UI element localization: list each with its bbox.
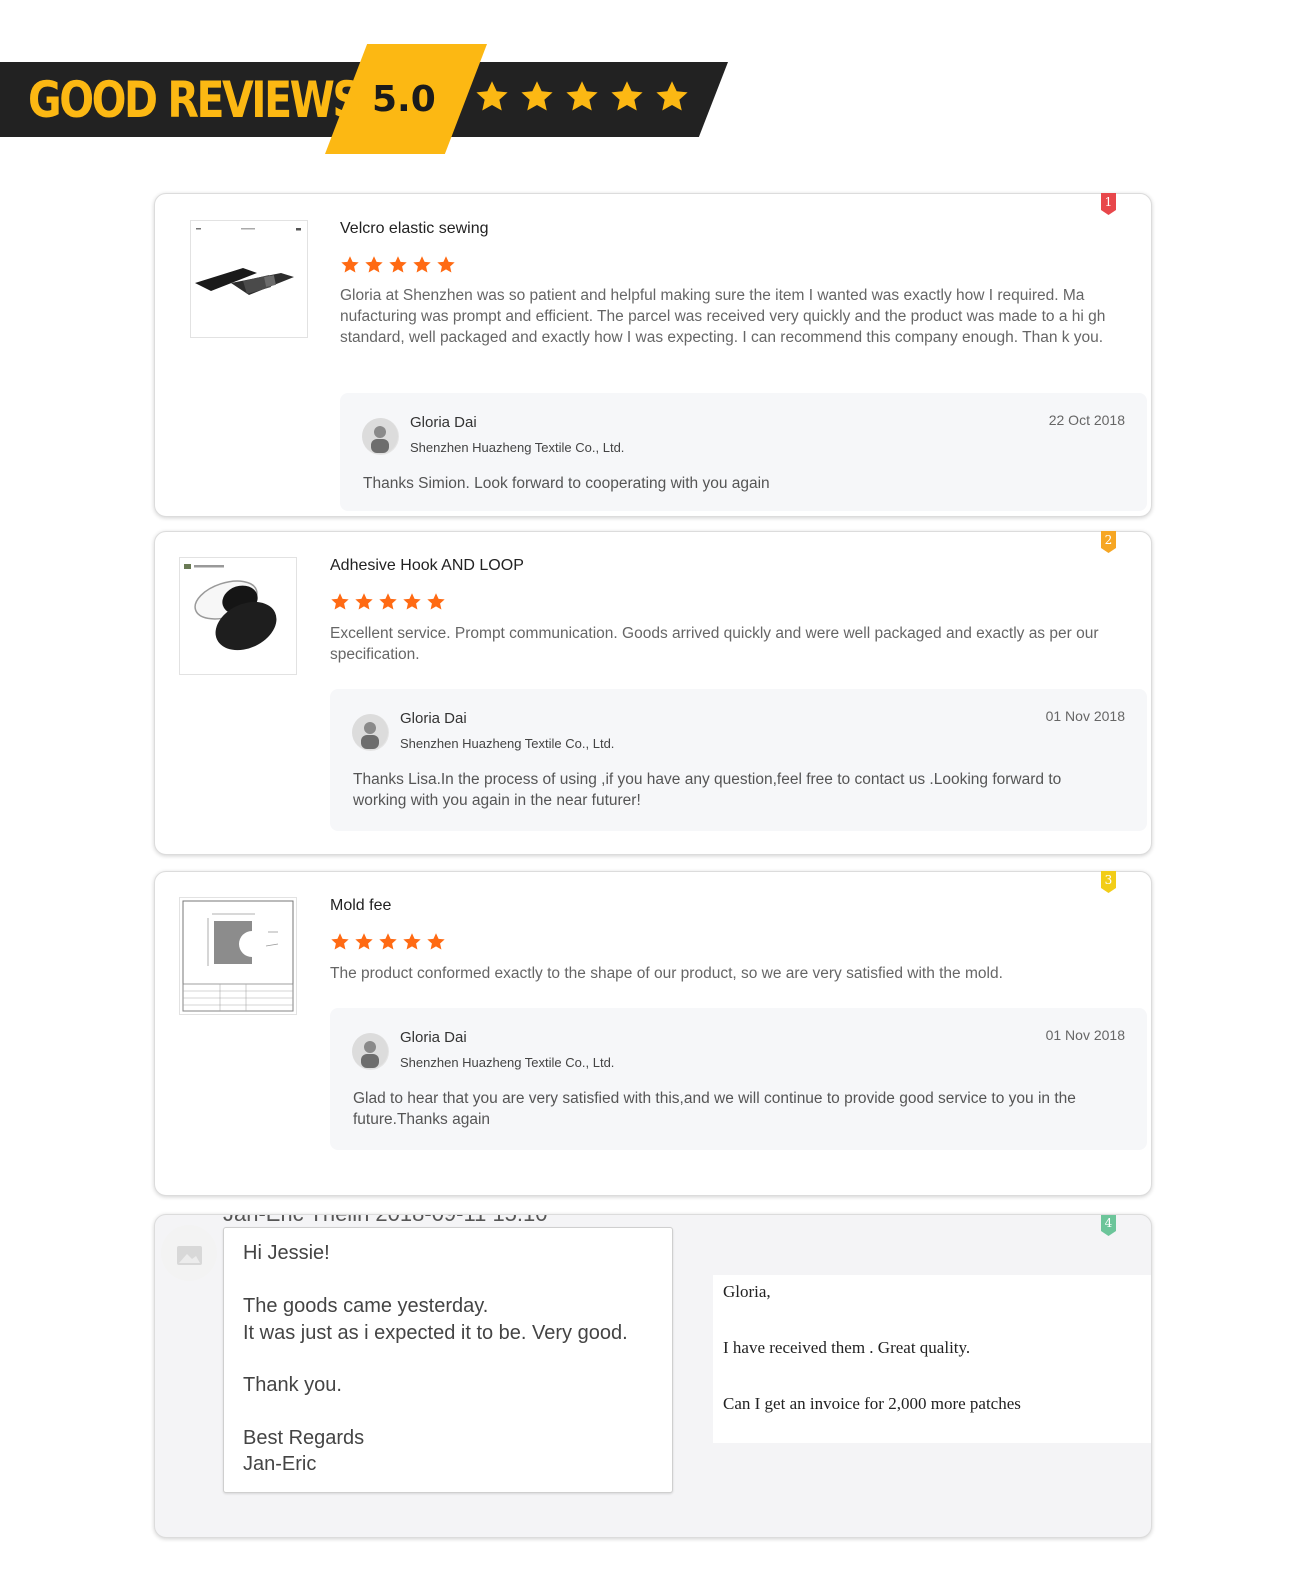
- star-icon: [413, 256, 431, 273]
- message-line: Best Regards: [243, 1427, 365, 1449]
- star-rating: [340, 255, 456, 275]
- banner-title: GOOD REVIEWS: [28, 71, 362, 129]
- star-icon: [476, 81, 508, 111]
- review-card: Mold fee The product conformed exactly t…: [154, 871, 1152, 1196]
- reply-text: Thanks Simion. Look forward to cooperati…: [363, 475, 770, 492]
- product-thumbnail: [190, 220, 308, 338]
- rank-badge: 4: [1101, 1215, 1116, 1236]
- review-text: Gloria at Shenzhen was so patient and he…: [340, 287, 1106, 346]
- review-text: The product conformed exactly to the sha…: [330, 965, 1003, 982]
- image-icon: [177, 1246, 202, 1265]
- product-thumbnail: [179, 557, 297, 675]
- seller-company: Shenzhen Huazheng Textile Co., Ltd.: [410, 440, 625, 455]
- star-icon: [355, 593, 373, 610]
- mold-drawing-icon: [182, 900, 294, 1012]
- seller-avatar: [352, 714, 389, 751]
- rank-badge: 1: [1101, 193, 1116, 215]
- rank-number: 1: [1104, 195, 1113, 209]
- product-thumbnail: [179, 897, 297, 1015]
- seller-reply: Gloria Dai Shenzhen Huazheng Textile Co.…: [330, 1008, 1147, 1150]
- seller-company: Shenzhen Huazheng Textile Co., Ltd.: [400, 1055, 615, 1070]
- reviews-banner: GOOD REVIEWS 5.0: [0, 0, 1310, 170]
- banner-score: 5.0: [372, 79, 436, 120]
- message-line: The goods came yesterday.: [243, 1295, 489, 1317]
- message-line: Hi Jessie!: [243, 1242, 330, 1264]
- message-line: Thank you.: [243, 1374, 342, 1396]
- star-icon: [379, 933, 397, 950]
- review-text: Excellent service. Prompt communication.…: [330, 625, 1099, 663]
- star-icon: [656, 81, 688, 111]
- product-name[interactable]: Adhesive Hook AND LOOP: [330, 557, 524, 575]
- star-icon: [379, 593, 397, 610]
- star-icon: [427, 593, 445, 610]
- product-name[interactable]: Mold fee: [330, 897, 391, 915]
- customer-message: Hi Jessie! The goods came yesterday. It …: [223, 1227, 673, 1493]
- seller-reply: Gloria Dai Shenzhen Huazheng Textile Co.…: [330, 689, 1147, 831]
- message-header: Jan-Eric Thelin 2018-09-11 15:10: [223, 1215, 548, 1227]
- star-icon: [331, 933, 349, 950]
- reply-date: 01 Nov 2018: [1045, 1027, 1125, 1043]
- reply-date: 22 Oct 2018: [1048, 412, 1125, 428]
- review-card: Velcro elastic sewing Gloria at Shenzhen…: [154, 193, 1152, 517]
- velcro-strap-icon: [195, 228, 301, 295]
- rank-number: 3: [1104, 873, 1113, 887]
- reply-text: Glad to hear that you are very satisfied…: [353, 1090, 1076, 1128]
- seller-name: Gloria Dai: [400, 1029, 467, 1046]
- image-placeholder: [161, 1225, 217, 1281]
- star-icon: [521, 81, 553, 111]
- star-icon: [365, 256, 383, 273]
- letter-line: I have received them . Great quality.: [723, 1338, 971, 1357]
- seller-name: Gloria Dai: [400, 710, 467, 727]
- star-icon: [437, 256, 455, 273]
- rank-badge: 3: [1101, 871, 1116, 893]
- seller-reply: Gloria Dai Shenzhen Huazheng Textile Co.…: [340, 393, 1147, 511]
- rank-number: 2: [1104, 533, 1113, 547]
- star-rating: [330, 592, 446, 612]
- star-icon: [389, 256, 407, 273]
- star-icon: [331, 593, 349, 610]
- seller-company: Shenzhen Huazheng Textile Co., Ltd.: [400, 736, 615, 751]
- review-card: Adhesive Hook AND LOOP Excellent service…: [154, 531, 1152, 855]
- message-line: Jan-Eric: [243, 1453, 317, 1475]
- star-icon: [403, 593, 421, 610]
- customer-letter: Gloria, I have received them . Great qua…: [713, 1275, 1151, 1443]
- star-icon: [403, 933, 421, 950]
- seller-avatar: [362, 418, 399, 455]
- message-line: It was just as i expected it to be. Very…: [243, 1322, 628, 1344]
- adhesive-dots-icon: [184, 564, 277, 651]
- rank-badge: 2: [1101, 531, 1116, 553]
- rank-number: 4: [1104, 1216, 1113, 1230]
- star-rating: [330, 932, 446, 952]
- star-icon: [427, 933, 445, 950]
- banner-star-rating: [474, 79, 690, 115]
- reply-date: 01 Nov 2018: [1045, 708, 1125, 724]
- seller-avatar: [352, 1033, 389, 1070]
- letter-line: Can I get an invoice for 2,000 more patc…: [723, 1394, 1021, 1413]
- screenshot-review-card: Jan-Eric Thelin 2018-09-11 15:10 Hi Jess…: [154, 1214, 1152, 1538]
- product-name[interactable]: Velcro elastic sewing: [340, 220, 489, 238]
- star-icon: [355, 933, 373, 950]
- star-icon: [341, 256, 359, 273]
- seller-name: Gloria Dai: [410, 414, 477, 431]
- star-icon: [611, 81, 643, 111]
- reply-text: Thanks Lisa.In the process of using ,if …: [353, 771, 1062, 809]
- star-icon: [566, 81, 598, 111]
- letter-line: Gloria,: [723, 1282, 771, 1301]
